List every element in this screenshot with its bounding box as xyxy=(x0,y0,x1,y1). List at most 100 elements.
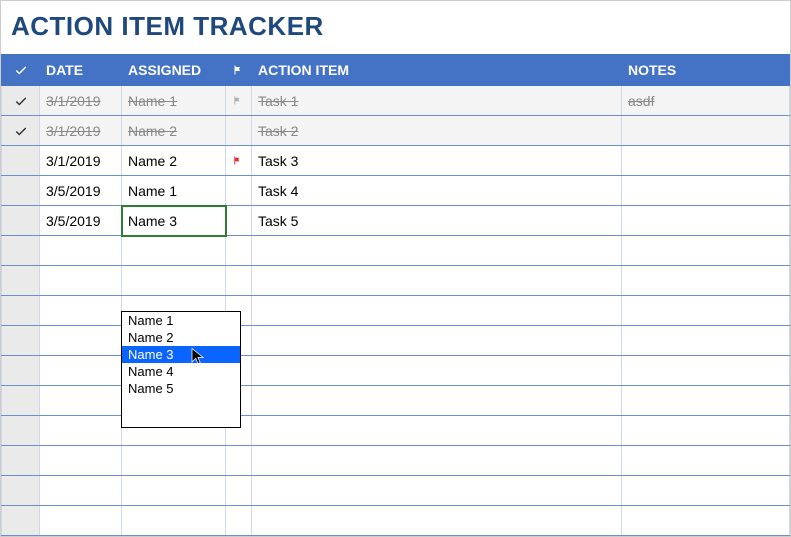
empty-cell[interactable] xyxy=(252,296,622,326)
empty-cell[interactable] xyxy=(252,416,622,446)
table-row xyxy=(2,386,790,416)
dropdown-option[interactable]: Name 4 xyxy=(122,363,240,380)
cell-notes[interactable] xyxy=(622,176,790,206)
assigned-dropdown[interactable]: Name 1Name 2Name 3Name 4Name 5 xyxy=(121,311,241,428)
empty-cell[interactable] xyxy=(2,446,40,476)
cell-notes[interactable] xyxy=(622,206,790,236)
cell-flag[interactable] xyxy=(226,176,252,206)
flag-icon xyxy=(232,94,245,107)
header-action-item[interactable]: ACTION ITEM xyxy=(252,55,622,86)
empty-cell[interactable] xyxy=(122,506,226,536)
empty-cell[interactable] xyxy=(40,356,122,386)
table-row xyxy=(2,506,790,536)
dropdown-option[interactable]: Name 2 xyxy=(122,329,240,346)
empty-cell[interactable] xyxy=(40,326,122,356)
dropdown-option[interactable]: Name 5 xyxy=(122,380,240,397)
empty-cell[interactable] xyxy=(622,446,790,476)
empty-cell[interactable] xyxy=(252,386,622,416)
empty-cell[interactable] xyxy=(622,476,790,506)
empty-cell[interactable] xyxy=(252,506,622,536)
cell-done[interactable] xyxy=(2,116,40,146)
cell-action-item[interactable]: Task 5 xyxy=(252,206,622,236)
empty-cell[interactable] xyxy=(2,356,40,386)
empty-cell[interactable] xyxy=(622,416,790,446)
empty-cell[interactable] xyxy=(252,446,622,476)
empty-cell[interactable] xyxy=(2,326,40,356)
header-assigned[interactable]: ASSIGNED xyxy=(122,55,226,86)
cell-notes[interactable] xyxy=(622,116,790,146)
empty-cell[interactable] xyxy=(122,236,226,266)
cell-action-item[interactable]: Task 4 xyxy=(252,176,622,206)
header-notes[interactable]: NOTES xyxy=(622,55,790,86)
empty-cell[interactable] xyxy=(622,296,790,326)
cell-date[interactable]: 3/1/2019 xyxy=(40,86,122,116)
cell-done[interactable] xyxy=(2,176,40,206)
empty-cell[interactable] xyxy=(252,356,622,386)
empty-cell[interactable] xyxy=(122,446,226,476)
cell-assigned[interactable]: Name 2 xyxy=(122,146,226,176)
cell-flag[interactable] xyxy=(226,86,252,116)
empty-cell[interactable] xyxy=(622,236,790,266)
empty-cell[interactable] xyxy=(226,236,252,266)
empty-cell[interactable] xyxy=(226,476,252,506)
dropdown-option[interactable]: Name 3 xyxy=(122,346,240,363)
empty-cell[interactable] xyxy=(226,506,252,536)
empty-cell[interactable] xyxy=(2,386,40,416)
cell-assigned[interactable]: Name 1 xyxy=(122,176,226,206)
header-flag[interactable] xyxy=(226,55,252,86)
cell-date[interactable]: 3/5/2019 xyxy=(40,206,122,236)
empty-cell[interactable] xyxy=(2,476,40,506)
table-header-row: DATE ASSIGNED ACTION ITEM NOTES xyxy=(2,55,790,86)
empty-cell[interactable] xyxy=(40,446,122,476)
header-date[interactable]: DATE xyxy=(40,55,122,86)
cell-date[interactable]: 3/1/2019 xyxy=(40,116,122,146)
cell-action-item[interactable]: Task 2 xyxy=(252,116,622,146)
table-row xyxy=(2,446,790,476)
cell-notes[interactable]: asdf xyxy=(622,86,790,116)
empty-cell[interactable] xyxy=(40,416,122,446)
cell-action-item[interactable]: Task 3 xyxy=(252,146,622,176)
empty-cell[interactable] xyxy=(622,266,790,296)
cell-assigned[interactable]: Name 3 xyxy=(122,206,226,236)
cell-assigned[interactable]: Name 1 xyxy=(122,86,226,116)
cell-flag[interactable] xyxy=(226,146,252,176)
empty-cell[interactable] xyxy=(2,296,40,326)
empty-cell[interactable] xyxy=(122,476,226,506)
empty-cell[interactable] xyxy=(226,446,252,476)
cell-flag[interactable] xyxy=(226,116,252,146)
empty-cell[interactable] xyxy=(40,386,122,416)
empty-cell[interactable] xyxy=(622,326,790,356)
empty-cell[interactable] xyxy=(40,236,122,266)
empty-cell[interactable] xyxy=(2,506,40,536)
empty-cell[interactable] xyxy=(252,236,622,266)
cell-flag[interactable] xyxy=(226,206,252,236)
empty-cell[interactable] xyxy=(2,416,40,446)
empty-cell[interactable] xyxy=(226,266,252,296)
table-row xyxy=(2,356,790,386)
empty-cell[interactable] xyxy=(2,266,40,296)
cell-date[interactable]: 3/1/2019 xyxy=(40,146,122,176)
header-done[interactable] xyxy=(2,55,40,86)
empty-cell[interactable] xyxy=(40,266,122,296)
empty-cell[interactable] xyxy=(252,326,622,356)
dropdown-option[interactable]: Name 1 xyxy=(122,312,240,329)
empty-cell[interactable] xyxy=(622,386,790,416)
empty-cell[interactable] xyxy=(40,296,122,326)
cell-done[interactable] xyxy=(2,206,40,236)
empty-cell[interactable] xyxy=(252,476,622,506)
empty-cell[interactable] xyxy=(252,266,622,296)
cell-date[interactable]: 3/5/2019 xyxy=(40,176,122,206)
empty-cell[interactable] xyxy=(622,506,790,536)
cell-done[interactable] xyxy=(2,86,40,116)
table-row xyxy=(2,266,790,296)
table-row xyxy=(2,476,790,506)
empty-cell[interactable] xyxy=(122,266,226,296)
cell-action-item[interactable]: Task 1 xyxy=(252,86,622,116)
cell-assigned[interactable]: Name 2 xyxy=(122,116,226,146)
cell-done[interactable] xyxy=(2,146,40,176)
empty-cell[interactable] xyxy=(622,356,790,386)
empty-cell[interactable] xyxy=(40,476,122,506)
cell-notes[interactable] xyxy=(622,146,790,176)
empty-cell[interactable] xyxy=(2,236,40,266)
empty-cell[interactable] xyxy=(40,506,122,536)
